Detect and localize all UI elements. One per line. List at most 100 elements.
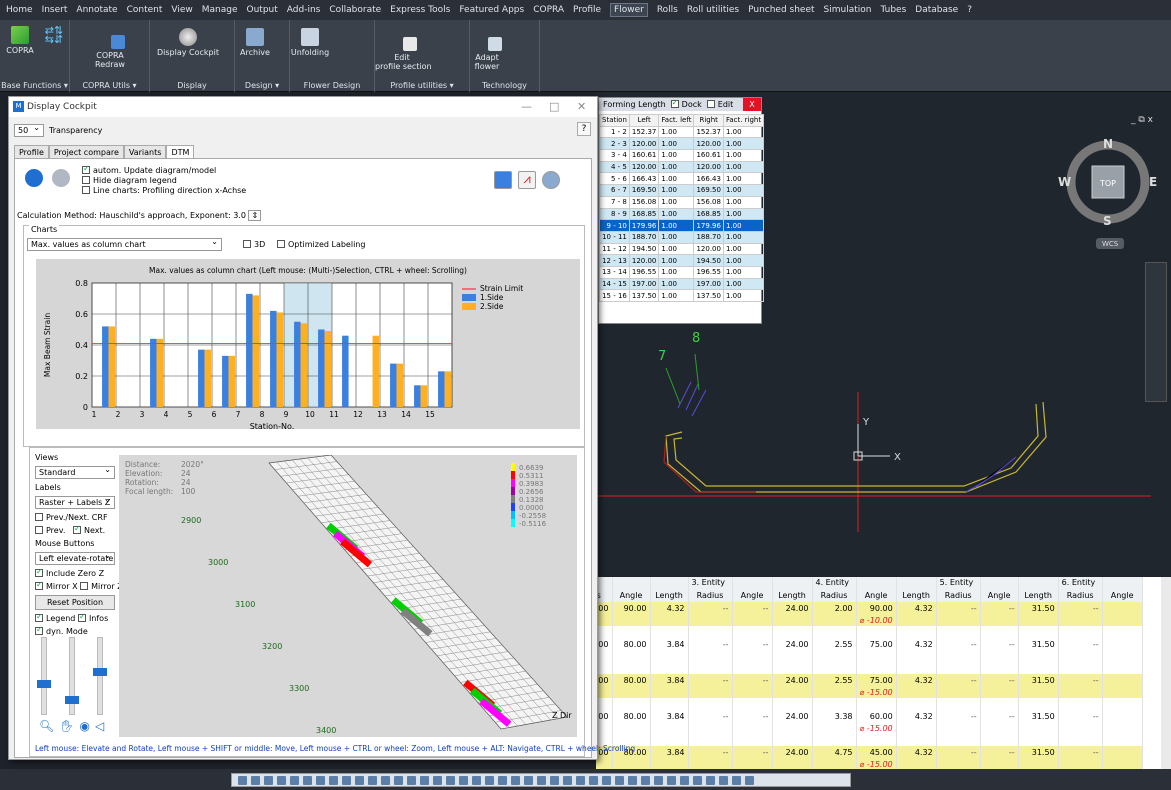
view-tool-icons[interactable]: 🔍︎✋︎◉◁	[39, 719, 109, 733]
forming-cell[interactable]: 179.96	[693, 219, 724, 232]
chk-mirror-x[interactable]: Mirror X	[35, 580, 78, 591]
forming-cell[interactable]: 152.37	[693, 125, 724, 139]
forming-cell[interactable]: 1.00	[658, 254, 695, 267]
menu-item-2[interactable]: Annotate	[76, 5, 117, 15]
toolbar-icon[interactable]	[706, 775, 715, 785]
forming-cell[interactable]: 166.43	[693, 172, 724, 186]
tab-3[interactable]: DTM	[166, 145, 195, 159]
opt-line-charts[interactable]: Line charts: Profiling direction x-Achse	[82, 185, 246, 196]
grid-cell[interactable]: 4.32	[650, 602, 689, 614]
bar-1.Side-14[interactable]	[414, 385, 421, 407]
forming-cell[interactable]: 1.00	[658, 195, 695, 209]
copra-redraw-button[interactable]: COPRA Redraw	[94, 26, 126, 78]
grid-cell[interactable]: --	[936, 674, 981, 686]
toolbar-icon[interactable]	[680, 775, 689, 785]
grid-cell[interactable]: --	[732, 746, 773, 758]
forming-cell[interactable]: 194.50	[693, 254, 724, 267]
toolbar-icon[interactable]	[641, 775, 650, 785]
bar-2.Side-14[interactable]	[420, 385, 428, 407]
table-row[interactable]: 5 - 6 166.43 1.00 166.43 1.00	[599, 172, 765, 186]
forming-cell[interactable]: 120.00	[628, 160, 660, 174]
forming-cell[interactable]: 1.00	[722, 242, 765, 256]
menu-item-20[interactable]: ?	[967, 5, 972, 15]
refresh-icon[interactable]	[25, 169, 43, 187]
edit-checkbox[interactable]: Edit	[706, 99, 733, 109]
bottom-toolbar[interactable]	[231, 773, 851, 787]
menu-item-12[interactable]: Profile	[573, 5, 601, 15]
group-label-design[interactable]: Design ▾	[235, 81, 289, 90]
forming-col-header[interactable]: Fact. right	[722, 114, 765, 127]
toolbar-icon[interactable]	[589, 775, 598, 785]
bar-2.Side-9[interactable]	[300, 323, 308, 407]
grid-cell[interactable]: --	[732, 674, 773, 686]
table-row[interactable]: 10 - 11 188.70 1.00 188.70 1.00	[599, 230, 765, 244]
menu-item-4[interactable]: View	[171, 5, 192, 15]
bar-2.Side-7[interactable]	[252, 295, 260, 407]
grid-cell[interactable]: 2.00	[812, 602, 857, 614]
forming-cell[interactable]: 1.00	[658, 137, 695, 151]
bar-1.Side-8[interactable]	[270, 310, 277, 407]
toolbar-icon[interactable]	[433, 775, 442, 785]
table-row[interactable]: .00 90.00 4.32 -- -- 24.00 2.00 90.00 4.32 -- -- 31…	[596, 602, 1143, 614]
bar-1.Side-7[interactable]	[246, 293, 253, 407]
calc-settings-icon[interactable]	[542, 171, 560, 189]
grid-cell[interactable]: .00	[596, 710, 613, 722]
table-row[interactable]: 1 - 2 152.37 1.00 152.37 1.00	[599, 125, 765, 139]
grid-col-header[interactable]: Angle	[1102, 588, 1143, 602]
forming-cell[interactable]: 160.61	[628, 149, 660, 162]
grid-cell[interactable]: 4.32	[896, 638, 937, 650]
viewcube-e[interactable]: E	[1149, 175, 1157, 189]
grid-cell[interactable]: .00	[596, 674, 613, 686]
grid-col-header[interactable]: Length	[650, 588, 689, 602]
forming-cell[interactable]: 168.85	[693, 207, 724, 221]
forming-cell[interactable]: 1.00	[722, 172, 765, 186]
bar-1.Side-11[interactable]	[342, 335, 349, 407]
toolbar-icon[interactable]	[563, 775, 572, 785]
forming-cell[interactable]: 156.08	[628, 195, 660, 209]
grid-cell[interactable]: --	[1058, 674, 1103, 686]
chk-prev[interactable]: Prev.	[35, 525, 65, 535]
toolbar-icon[interactable]	[602, 775, 611, 785]
grid-cell[interactable]: 3.84	[650, 710, 689, 722]
grid-cell[interactable]: 90.00	[612, 602, 651, 614]
tab-2[interactable]: Variants	[123, 145, 167, 159]
forming-cell[interactable]: 120.00	[693, 137, 724, 151]
table-row[interactable]: 2 - 3 120.00 1.00 120.00 1.00	[599, 137, 765, 151]
grid-cell[interactable]	[1102, 674, 1143, 686]
chk-legend[interactable]: Legend	[35, 612, 75, 623]
dock-checkbox[interactable]: Dock	[670, 98, 702, 109]
slider-1[interactable]	[37, 637, 51, 715]
toolbar-icon[interactable]	[667, 775, 676, 785]
forming-cell[interactable]: 1.00	[722, 230, 765, 244]
forming-cell[interactable]: 1.00	[658, 184, 695, 197]
forming-cell[interactable]: 7 - 8	[599, 195, 630, 209]
bar-1.Side-13[interactable]	[390, 363, 397, 407]
forming-col-header[interactable]: Station	[599, 114, 630, 127]
toolbar-icon[interactable]	[550, 775, 559, 785]
grid-col-header[interactable]: Angle	[980, 588, 1019, 602]
forming-cell[interactable]: 12 - 13	[599, 254, 630, 267]
grid-cell[interactable]: --	[936, 710, 981, 722]
toolbar-icon[interactable]	[368, 775, 377, 785]
forming-col-header[interactable]: Fact. left	[658, 114, 695, 127]
bar-2.Side-6[interactable]	[228, 355, 236, 407]
forming-cell[interactable]: 10 - 11	[599, 230, 630, 244]
grid-cell[interactable]: --	[688, 746, 733, 758]
grid-cell[interactable]	[1102, 602, 1143, 614]
forming-cell[interactable]: 3 - 4	[599, 149, 630, 162]
table-row[interactable]: 4 - 5 120.00 1.00 120.00 1.00	[599, 160, 765, 174]
forming-cell[interactable]: 156.08	[693, 195, 724, 209]
table-row[interactable]: .00 80.00 3.84 -- -- 24.00 4.75 45.00 4.32 -- -- 31…	[596, 746, 1143, 758]
grid-cell[interactable]: --	[980, 746, 1019, 758]
grid-cell[interactable]: 24.00	[772, 602, 813, 614]
chk-mirror-z[interactable]: Mirror Z	[80, 581, 123, 591]
grid-cell[interactable]: .00	[596, 602, 613, 614]
forming-cell[interactable]: 1.00	[722, 254, 765, 267]
base-arrows-icon[interactable]: ⇄⇅ ⇆⇵	[40, 25, 68, 45]
forming-close-button[interactable]: X	[743, 98, 761, 111]
toolbar-icon[interactable]	[446, 775, 455, 785]
toolbar-icon[interactable]	[472, 775, 481, 785]
labels-select[interactable]: Raster + Labels Z	[35, 495, 115, 509]
grid-cell[interactable]: 3.38	[812, 710, 857, 722]
grid-cell[interactable]: 90.00	[856, 602, 897, 614]
